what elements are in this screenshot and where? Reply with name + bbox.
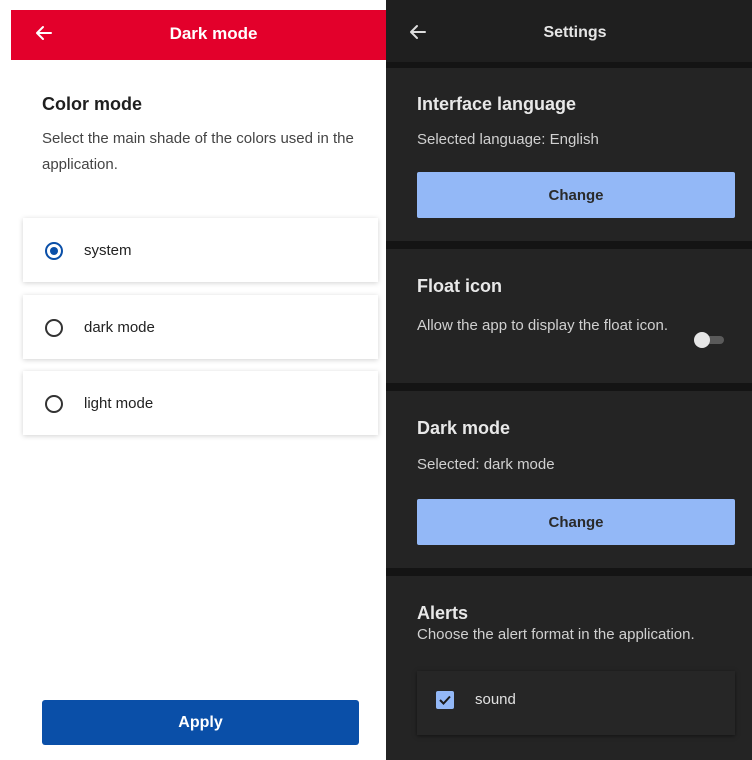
section-title: Float icon — [417, 276, 502, 296]
option-label: light mode — [84, 395, 154, 412]
app-bar: Dark mode — [11, 10, 386, 60]
option-light-mode[interactable]: light mode — [23, 371, 378, 435]
checkbox-checked-icon[interactable] — [436, 691, 454, 709]
color-mode-heading: Color mode — [42, 94, 143, 114]
float-icon-description: Allow the app to display the float icon. — [417, 317, 668, 334]
change-dark-mode-button[interactable]: Change — [417, 499, 735, 545]
radio-unselected-icon[interactable] — [45, 319, 63, 337]
option-system[interactable]: system — [23, 218, 378, 282]
alerts-description: Choose the alert format in the applicati… — [417, 626, 695, 643]
dark-mode-section: Dark mode Selected: dark mode Change — [386, 391, 752, 568]
settings-screen: Settings Interface language Selected lan… — [386, 0, 752, 760]
section-title: Alerts — [417, 603, 469, 623]
selected-dark-mode-text: Selected: dark mode — [417, 456, 555, 473]
page-title: Settings — [543, 24, 607, 41]
selected-language-text: Selected language: English — [417, 131, 599, 148]
app-bar: Settings — [386, 0, 752, 62]
page-title: Dark mode — [169, 24, 258, 43]
section-title: Interface language — [417, 94, 577, 114]
radio-unselected-icon[interactable] — [45, 395, 63, 413]
apply-button[interactable]: Apply — [42, 700, 359, 745]
change-language-button[interactable]: Change — [417, 172, 735, 218]
float-icon-section: Float icon Allow the app to display the … — [386, 249, 752, 383]
color-mode-description: Select the main shade of the colors used… — [42, 130, 354, 173]
option-dark-mode[interactable]: dark mode — [23, 295, 378, 359]
dark-mode-screen: Dark mode Color mode Select the main sha… — [0, 0, 386, 760]
interface-language-section: Interface language Selected language: En… — [386, 68, 752, 241]
option-label: dark mode — [84, 319, 155, 336]
alert-option-sound[interactable]: sound — [417, 671, 735, 735]
radio-selected-icon[interactable] — [45, 242, 63, 260]
section-title: Dark mode — [417, 418, 511, 438]
alert-option-label: sound — [475, 691, 516, 708]
toggle-knob — [694, 332, 710, 348]
float-icon-toggle[interactable] — [694, 332, 724, 348]
alerts-section: Alerts Choose the alert format in the ap… — [386, 576, 752, 760]
option-label: system — [84, 242, 132, 259]
